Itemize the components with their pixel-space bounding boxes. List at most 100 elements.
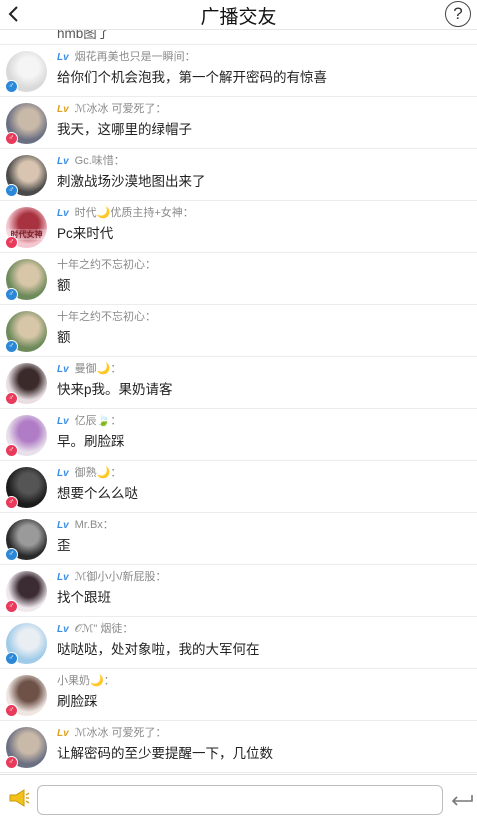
level-badge: Lv [57, 468, 69, 479]
help-button[interactable]: ? [445, 1, 471, 27]
message-text: 想要个么么哒 [57, 486, 138, 501]
sender-name[interactable]: 十年之约不忘初心： [57, 259, 156, 271]
message-row[interactable]: ♂ 十年之约不忘初心： 额 [0, 305, 477, 357]
sender-line: Lv ℳ冰冰 可爱死了： [57, 102, 167, 116]
sender-name[interactable]: ℳ冰冰 可爱死了： [75, 103, 167, 115]
avatar[interactable]: ♂ [5, 467, 47, 509]
level-badge: Lv [57, 156, 69, 167]
level-badge: Lv [57, 728, 69, 739]
avatar[interactable]: ♂ [5, 675, 47, 717]
avatar[interactable]: 时代女神 ♂ [5, 207, 47, 249]
avatar[interactable]: ♂ [5, 571, 47, 613]
message-row[interactable]: ♂ Lv 𝒪ℳ" 烟徒： 哒哒哒，处对象啦，我的大军何在 [0, 617, 477, 669]
sender-name[interactable]: 𝒪ℳ" 烟徒： [75, 623, 134, 635]
female-icon: ♂ [5, 444, 18, 457]
message-text: 早。刷脸踩 [57, 434, 125, 449]
sender-name[interactable]: Gc.味惜： [75, 155, 125, 167]
send-return-icon[interactable] [450, 792, 474, 806]
level-badge: Lv [57, 416, 69, 427]
message-row[interactable]: ♂ Lv 曼御🌙： 快来p我。果奶请客 [0, 357, 477, 409]
top-bar: 广播交友 ? [0, 0, 477, 30]
female-icon: ♂ [5, 496, 18, 509]
list-item-partial: hmb图了 [0, 30, 477, 45]
sender-line: Lv ℳ御小小/新屁股： [57, 570, 167, 584]
sender-line: Lv Gc.味惜： [57, 154, 125, 168]
female-icon: ♂ [5, 756, 18, 769]
sender-name[interactable]: Mr.Bx： [75, 519, 114, 531]
avatar[interactable]: ♂ [5, 311, 47, 353]
sender-line: Lv 御熟🌙： [57, 466, 121, 480]
avatar[interactable]: ♂ [5, 727, 47, 769]
sender-name[interactable]: 御熟🌙： [75, 467, 122, 479]
message-row[interactable]: ♂ Lv ℳ冰冰 可爱死了： 我天，这哪里的绿帽子 [0, 97, 477, 149]
message-row[interactable]: ♂ Lv Gc.味惜： 刺激战场沙漠地图出来了 [0, 149, 477, 201]
sender-line: Lv ℳ冰冰 可爱死了： [57, 726, 167, 740]
female-icon: ♂ [5, 132, 18, 145]
avatar[interactable]: ♂ [5, 415, 47, 457]
message-row[interactable]: ♂ 十年之约不忘初心： 额 [0, 253, 477, 305]
sender-line: 十年之约不忘初心： [57, 310, 156, 324]
level-badge: Lv [57, 104, 69, 115]
broadcast-message-list[interactable]: hmb图了 ♂ Lv 烟花再美也只是一瞬间： 给你们个机会泡我，第一个解开密码的有惊喜… [0, 30, 477, 774]
male-icon: ♂ [5, 340, 18, 353]
male-icon: ♂ [5, 652, 18, 665]
sender-line: Lv Mr.Bx： [57, 518, 114, 532]
message-text: 额 [57, 330, 71, 345]
message-row[interactable]: ♂ Lv ℳ冰冰 可爱死了： 让解密码的至少要提醒一下，几位数 [0, 721, 477, 773]
message-text: 快来p我。果奶请客 [57, 382, 173, 397]
message-text: 给你们个机会泡我，第一个解开密码的有惊喜 [57, 70, 327, 85]
sender-line: Lv 时代🌙优质主持+女神： [57, 206, 194, 220]
megaphone-icon[interactable] [8, 789, 30, 807]
sender-line: Lv 亿辰🍃： [57, 414, 121, 428]
message-row[interactable]: ♂ Lv Mr.Bx： 歪 [0, 513, 477, 565]
message-text: 歪 [57, 538, 71, 553]
message-row[interactable]: ♂ Lv 御熟🌙： 想要个么么哒 [0, 461, 477, 513]
sender-name[interactable]: ℳ冰冰 可爱死了： [75, 727, 167, 739]
message-text: Pc来时代 [57, 226, 114, 241]
sender-line: Lv 𝒪ℳ" 烟徒： [57, 622, 133, 636]
female-icon: ♂ [5, 704, 18, 717]
sender-name[interactable]: 烟花再美也只是一瞬间： [75, 51, 196, 63]
sender-name[interactable]: 亿辰🍃： [75, 415, 122, 427]
female-icon: ♂ [5, 600, 18, 613]
sender-name[interactable]: 十年之约不忘初心： [57, 311, 156, 323]
message-text: hmb图了 [57, 30, 111, 41]
message-row[interactable]: ♂ Lv 烟花再美也只是一瞬间： 给你们个机会泡我，第一个解开密码的有惊喜 [0, 45, 477, 97]
sender-name[interactable]: 小果奶🌙： [57, 675, 115, 687]
message-row[interactable]: ♂ 小果奶🌙： 刷脸踩 [0, 669, 477, 721]
avatar[interactable]: ♂ [5, 51, 47, 93]
level-badge: Lv [57, 364, 69, 375]
avatar[interactable]: ♂ [5, 363, 47, 405]
male-icon: ♂ [5, 288, 18, 301]
male-icon: ♂ [5, 184, 18, 197]
avatar[interactable]: ♂ [5, 623, 47, 665]
male-icon: ♂ [5, 548, 18, 561]
avatar[interactable]: ♂ [5, 155, 47, 197]
message-text: 让解密码的至少要提醒一下，几位数 [57, 746, 273, 761]
message-text: 刺激战场沙漠地图出来了 [57, 174, 206, 189]
message-text: 我天，这哪里的绿帽子 [57, 122, 192, 137]
composer-bar [0, 774, 477, 818]
level-badge: Lv [57, 208, 69, 219]
level-badge: Lv [57, 572, 69, 583]
message-text: 刷脸踩 [57, 694, 98, 709]
avatar[interactable]: ♂ [5, 103, 47, 145]
sender-name[interactable]: ℳ御小小/新屁股： [75, 571, 167, 583]
broadcast-input[interactable] [37, 785, 443, 815]
sender-line: 小果奶🌙： [57, 674, 115, 688]
message-row[interactable]: ♂ Lv ℳ御小小/新屁股： 找个跟班 [0, 565, 477, 617]
sender-line: 十年之约不忘初心： [57, 258, 156, 272]
avatar[interactable]: ♂ [5, 519, 47, 561]
message-text: 找个跟班 [57, 590, 111, 605]
sender-name[interactable]: 时代🌙优质主持+女神： [75, 207, 194, 219]
female-icon: ♂ [5, 236, 18, 249]
male-icon: ♂ [5, 80, 18, 93]
sender-name[interactable]: 曼御🌙： [75, 363, 122, 375]
message-row[interactable]: 时代女神 ♂ Lv 时代🌙优质主持+女神： Pc来时代 [0, 201, 477, 253]
page-title: 广播交友 [200, 7, 277, 28]
female-icon: ♂ [5, 392, 18, 405]
avatar[interactable]: ♂ [5, 259, 47, 301]
message-text: 额 [57, 278, 71, 293]
message-row[interactable]: ♂ Lv 亿辰🍃： 早。刷脸踩 [0, 409, 477, 461]
level-badge: Lv [57, 52, 69, 63]
